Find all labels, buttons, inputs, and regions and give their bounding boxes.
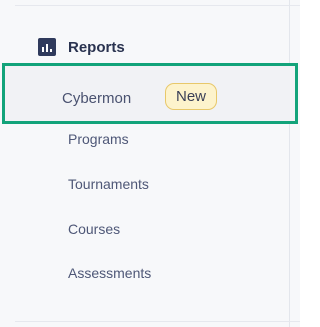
top-divider — [15, 5, 300, 6]
sidebar-item-cybermon[interactable]: Cybermon New — [2, 63, 298, 124]
sidebar-item-label: Cybermon — [62, 90, 132, 107]
sidebar-item-courses[interactable]: Courses — [68, 221, 120, 237]
bar-chart-icon — [38, 38, 56, 56]
section-title: Reports — [68, 38, 125, 56]
reports-section-header[interactable]: Reports — [38, 37, 125, 57]
sidebar-panel: Reports Cybermon New Programs Tournament… — [0, 0, 300, 327]
bottom-divider — [15, 321, 300, 322]
new-badge: New — [165, 83, 218, 110]
sidebar-item-assessments[interactable]: Assessments — [68, 265, 151, 281]
sidebar-item-programs[interactable]: Programs — [68, 131, 129, 147]
sidebar-item-tournaments[interactable]: Tournaments — [68, 176, 149, 192]
sidebar-right-border — [289, 0, 290, 327]
